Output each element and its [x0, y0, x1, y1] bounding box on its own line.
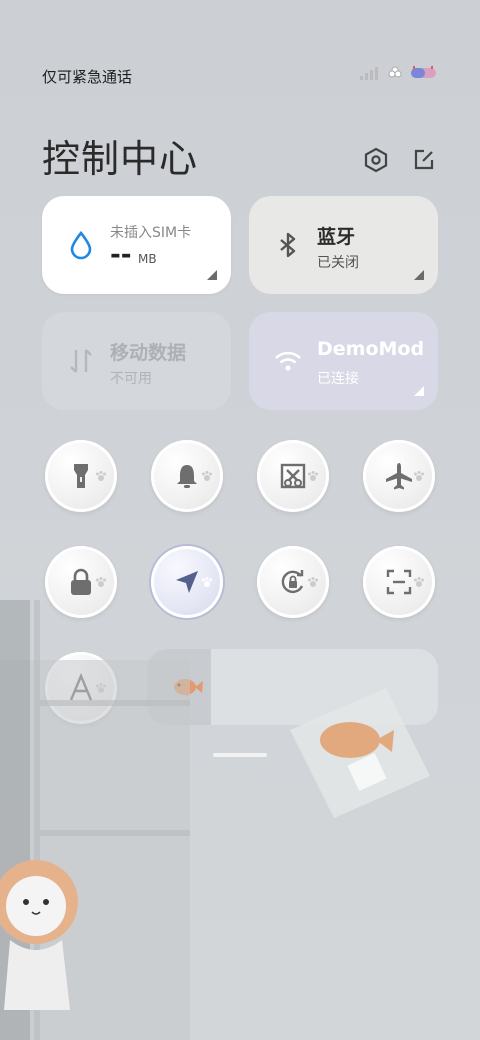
flower-icon: [388, 66, 402, 78]
wifi-tile[interactable]: DemoMod 已连接: [249, 312, 438, 410]
lock-icon: [71, 568, 91, 595]
paw-icon: [96, 577, 106, 587]
flashlight-toggle[interactable]: [45, 440, 117, 512]
expand-corner-icon: [207, 270, 217, 280]
settings-button[interactable]: [362, 146, 390, 174]
paw-icon: [414, 577, 424, 587]
water-drop-icon: [70, 230, 92, 260]
scan-icon: [386, 569, 412, 595]
home-indicator: [213, 753, 267, 757]
edit-button[interactable]: [410, 146, 438, 174]
bluetooth-tile[interactable]: 蓝牙 已关闭: [249, 196, 438, 294]
hexagon-settings-icon: [364, 147, 388, 173]
paw-icon: [308, 577, 318, 587]
mobile-data-status: 不可用: [110, 371, 152, 387]
signal-icon: [360, 67, 378, 80]
carrier-text: 仅可紧急通话: [42, 68, 133, 86]
bell-icon: [177, 465, 197, 488]
scanner-toggle[interactable]: [363, 546, 435, 618]
page-title: 控制中心: [42, 137, 199, 181]
paw-icon: [414, 471, 424, 481]
screenshot-toggle[interactable]: [257, 440, 329, 512]
paw-icon: [308, 471, 318, 481]
wifi-icon: [275, 351, 301, 371]
wifi-network-name: DemoMod: [317, 338, 425, 360]
sound-toggle[interactable]: [151, 440, 223, 512]
window-cat-illustration: [0, 600, 190, 1040]
airplane-icon: [386, 463, 412, 490]
data-usage-tile[interactable]: 未插入SIM卡 -- MB: [42, 196, 231, 294]
battery-icon: [411, 66, 436, 78]
mobile-data-label: 移动数据: [110, 342, 187, 364]
expand-corner-icon: [414, 386, 424, 396]
edit-icon: [414, 149, 434, 170]
wifi-status: 已连接: [317, 371, 359, 387]
sim-status-text: 未插入SIM卡: [110, 225, 192, 241]
bluetooth-status: 已关闭: [317, 255, 359, 271]
fish-sticker-illustration: [290, 688, 430, 818]
expand-corner-icon: [414, 270, 424, 280]
data-arrows-icon: [70, 349, 92, 373]
location-arrow-icon: [176, 571, 198, 593]
paw-icon: [202, 471, 212, 481]
data-usage-unit: MB: [138, 252, 157, 266]
rotation-lock-icon: [281, 570, 304, 594]
airplane-toggle[interactable]: [363, 440, 435, 512]
screenshot-icon: [280, 463, 306, 489]
status-icons: [360, 66, 438, 80]
bluetooth-icon: [280, 232, 296, 258]
flashlight-icon: [74, 464, 88, 488]
data-usage-value: --: [110, 240, 132, 270]
bluetooth-label: 蓝牙: [317, 226, 356, 248]
mobile-data-tile[interactable]: 移动数据 不可用: [42, 312, 231, 410]
paw-icon: [202, 577, 212, 587]
paw-icon: [96, 471, 106, 481]
status-bar: 仅可紧急通话: [0, 60, 480, 90]
rotation-lock-toggle[interactable]: [257, 546, 329, 618]
